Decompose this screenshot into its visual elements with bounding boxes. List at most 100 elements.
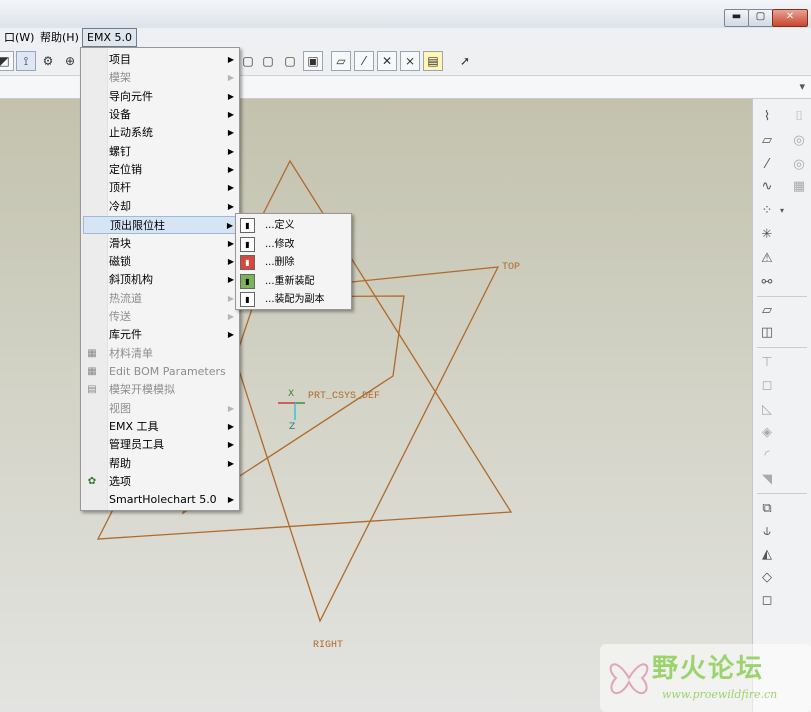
- submenu-item-label: ...重新装配: [265, 275, 315, 287]
- trim-tool-icon[interactable]: ◇: [757, 569, 777, 587]
- no-hidden-icon[interactable]: ▢: [280, 51, 300, 71]
- curve-tool-icon[interactable]: ∿: [757, 178, 777, 196]
- menu-item[interactable]: 冷却 ▶: [83, 198, 237, 216]
- zoom-icon[interactable]: ⊕: [60, 51, 80, 71]
- merge-tool-icon[interactable]: ◭: [757, 546, 777, 564]
- submenu-item[interactable]: ▮ ...定义: [238, 217, 349, 235]
- menu-help[interactable]: 帮助(H): [36, 28, 83, 47]
- menu-item[interactable]: 库元件 ▶: [83, 326, 237, 344]
- datum-plane-icon[interactable]: ◩: [0, 51, 14, 71]
- menu-item-label: 材料清单: [109, 346, 153, 360]
- submenu-arrow-icon: ▶: [227, 311, 234, 321]
- submenu-item[interactable]: ▮ ...重新装配: [238, 273, 349, 291]
- view-orient-icon[interactable]: ◎: [789, 132, 809, 150]
- submenu-arrow-icon: ▶: [227, 403, 234, 413]
- plane-tool-icon[interactable]: ▱: [757, 132, 777, 150]
- analysis-tool-icon[interactable]: ⚠: [757, 250, 777, 268]
- offset-tool-icon[interactable]: ◻: [757, 592, 777, 610]
- menu-item-label: 顶出限位柱: [110, 219, 165, 233]
- menu-item[interactable]: 止动系统 ▶: [83, 124, 237, 142]
- datum-point-display-icon[interactable]: ✕: [377, 51, 397, 71]
- csys-tool-icon[interactable]: ✳: [757, 226, 777, 244]
- menu-item: ▦ 材料清单: [83, 345, 237, 363]
- spin-center-icon[interactable]: ⚙: [38, 51, 58, 71]
- chevron-down-icon[interactable]: ▾: [777, 202, 787, 220]
- menu-item[interactable]: 帮助 ▶: [83, 455, 237, 473]
- menu-item: 传送 ▶: [83, 308, 237, 326]
- maximize-button[interactable]: ▢: [748, 9, 773, 27]
- sketch-node-icon[interactable]: ⟟: [16, 51, 36, 71]
- submenu-item-label: ...定义: [265, 220, 295, 231]
- title-bar: ▬ ▢ ✕: [0, 0, 811, 28]
- watermark-url: www.proewildfire.cn: [662, 688, 778, 701]
- view-saved-icon[interactable]: ◎: [789, 156, 809, 174]
- bom-icon: ▤: [87, 384, 97, 396]
- menu-item[interactable]: 管理员工具 ▶: [83, 436, 237, 454]
- ejector-stop-icon: ▮: [240, 292, 255, 308]
- ejector-stop-icon: ▮: [240, 218, 255, 233]
- chamfer-tool-icon[interactable]: ◥: [757, 471, 777, 489]
- ejector-stop-icon: ▮: [240, 273, 255, 289]
- submenu-arrow-icon: ▶: [227, 330, 234, 340]
- menu-item[interactable]: 螺钉 ▶: [83, 143, 237, 161]
- menu-item[interactable]: 斜顶机构 ▶: [83, 271, 237, 289]
- csys-display-icon[interactable]: ⨯: [400, 51, 420, 71]
- menu-item[interactable]: 顶出限位柱 ▶: [83, 216, 237, 235]
- annotation-display-icon[interactable]: ▤: [423, 51, 443, 71]
- copy-tool-icon[interactable]: ⧉: [757, 500, 777, 518]
- hidden-line-icon[interactable]: ▢: [258, 51, 278, 71]
- menu-item-label: 选项: [109, 475, 131, 489]
- mirror-tool-icon[interactable]: ⫝: [757, 523, 777, 541]
- menu-item[interactable]: 设备 ▶: [83, 106, 237, 124]
- menu-item-label: 视图: [109, 401, 131, 415]
- draft-tool-icon[interactable]: ◈: [757, 424, 777, 442]
- revolve-tool-icon[interactable]: ◫: [757, 324, 777, 342]
- submenu-item[interactable]: ▮ ...装配为副本: [238, 291, 349, 309]
- axis-label-x: X: [288, 389, 294, 399]
- sketch-tool-icon[interactable]: ⌇: [757, 108, 777, 126]
- menu-item-label: 磁锁: [109, 254, 131, 268]
- shaded-box-icon[interactable]: ▢: [238, 51, 258, 71]
- feature-toolbar: ⌇ ▱ ⁄ ∿ ⁘ ✳ ⚠ ⚯ ▱ ◫ ⊤ ◻ ◺ ◈ ◜ ◥ ⧉ ⫝ ◭ ◇ …: [752, 99, 811, 712]
- submenu-item[interactable]: ▮ ...删除: [238, 254, 349, 272]
- rib-tool-icon[interactable]: ◺: [757, 401, 777, 419]
- submenu-item-label: ...删除: [265, 257, 295, 269]
- menu-item-label: SmartHolechart 5.0: [109, 493, 217, 507]
- menu-item[interactable]: SmartHolechart 5.0 ▶: [83, 491, 237, 509]
- datum-plane-display-icon[interactable]: ▱: [331, 51, 351, 71]
- submenu-item[interactable]: ▮ ...修改: [238, 236, 349, 254]
- shell-tool-icon[interactable]: ◻: [757, 377, 777, 395]
- submenu-arrow-icon: ▶: [226, 221, 233, 231]
- extrude-tool-icon[interactable]: ▱: [757, 302, 777, 320]
- menu-item[interactable]: 导向元件 ▶: [83, 88, 237, 106]
- close-button[interactable]: ✕: [772, 9, 808, 27]
- menu-item[interactable]: 磁锁 ▶: [83, 253, 237, 271]
- context-help-icon[interactable]: ➚: [455, 51, 475, 71]
- emx-dropdown-menu: 项目 ▶ 模架 ▶ 导向元件 ▶ 设备 ▶ 止动系统 ▶ 螺钉 ▶ 定位销 ▶ 顶杆 ▶ 冷却 ▶ 顶出限位柱 ▶ 滑块…: [80, 47, 240, 511]
- point-tool-icon[interactable]: ⁘: [757, 202, 777, 220]
- minimize-button[interactable]: ▬: [724, 9, 749, 27]
- menu-item[interactable]: 顶杆 ▶: [83, 179, 237, 197]
- options-icon: ✿: [87, 476, 97, 488]
- menu-item[interactable]: ✿ 选项: [83, 473, 237, 491]
- shading-icon[interactable]: ▣: [303, 51, 323, 71]
- csys-label: PRT_CSYS_DEF: [308, 391, 380, 402]
- menu-item[interactable]: 定位销 ▶: [83, 161, 237, 179]
- axis-tool-icon[interactable]: ⁄: [757, 156, 777, 174]
- menu-window[interactable]: 口(W): [0, 28, 38, 47]
- datum-axis-display-icon[interactable]: ⁄: [354, 51, 374, 71]
- hole-tool-icon[interactable]: ⊤: [757, 354, 777, 372]
- menu-emx[interactable]: EMX 5.0: [82, 28, 137, 47]
- menu-item-label: 帮助: [109, 456, 131, 470]
- grid-icon[interactable]: ▦: [789, 178, 809, 196]
- menu-item[interactable]: 项目 ▶: [83, 51, 237, 69]
- submenu-item-label: ...装配为副本: [265, 294, 325, 306]
- chevron-down-icon[interactable]: ▾: [799, 80, 805, 93]
- menu-item[interactable]: 滑块 ▶: [83, 235, 237, 253]
- menu-item-label: 库元件: [109, 328, 142, 342]
- menu-item-label: 传送: [109, 309, 131, 323]
- round-tool-icon[interactable]: ◜: [757, 447, 777, 465]
- datum-filter-icon[interactable]: ⌷: [789, 108, 809, 126]
- menu-item[interactable]: EMX 工具 ▶: [83, 418, 237, 436]
- reference-tool-icon[interactable]: ⚯: [757, 274, 777, 292]
